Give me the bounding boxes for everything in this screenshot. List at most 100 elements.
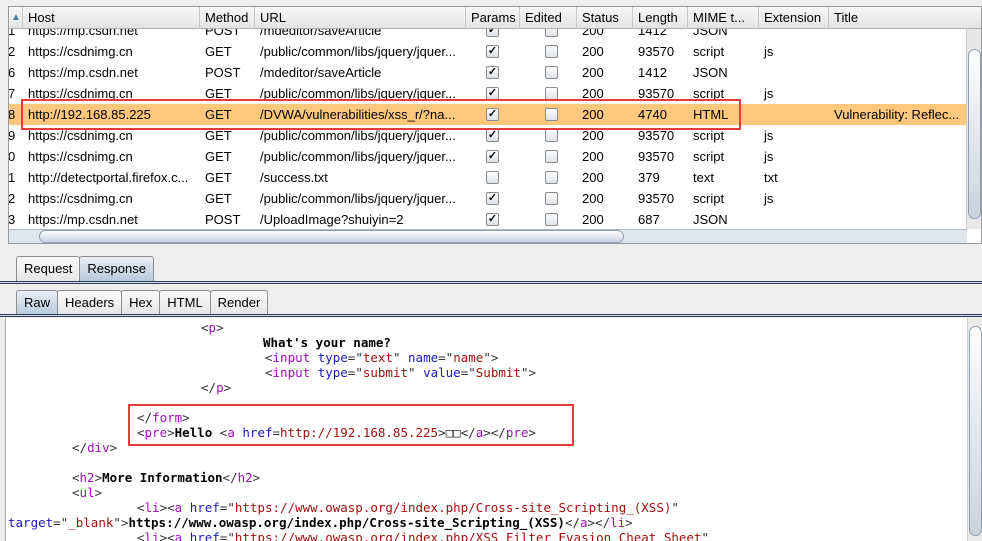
column-header-edited[interactable]: Edited	[520, 7, 577, 29]
column-header-url[interactable]: URL	[255, 7, 466, 29]
cell-sort: 2	[9, 188, 23, 209]
column-header-length[interactable]: Length	[633, 7, 688, 29]
code-punct: <	[265, 350, 273, 365]
tab-request[interactable]: Request	[16, 256, 81, 281]
params-checkbox[interactable]	[486, 171, 499, 184]
vertical-scrollbar[interactable]	[966, 29, 981, 229]
tab-hex[interactable]: Hex	[121, 290, 161, 315]
code-punct: ="	[219, 530, 235, 541]
cell-title: Vulnerability: Reflec...	[834, 107, 960, 122]
cell-url: /mdeditor/saveArticle	[260, 29, 382, 38]
column-header-title[interactable]: Title	[829, 7, 981, 29]
params-checkbox[interactable]: ✓	[486, 29, 499, 37]
code-punct: ></	[587, 515, 611, 530]
code-line: <li><a href="https://www.owasp.org/index…	[137, 500, 679, 515]
column-header-mime[interactable]: MIME t...	[688, 7, 759, 29]
column-header-params[interactable]: Params	[466, 7, 520, 29]
cell-url: /mdeditor/saveArticle	[260, 65, 382, 80]
code-tag: a	[174, 500, 190, 515]
cell-title	[829, 125, 967, 146]
tab-raw[interactable]: Raw	[16, 290, 59, 315]
table-row[interactable]: 1 https://mp.csdn.net POST/mdeditor/saveAr…	[9, 29, 967, 41]
code-punct: ="	[460, 365, 476, 380]
code-punct: >	[94, 485, 103, 500]
code-punct: <	[72, 470, 80, 485]
cell-title	[829, 41, 967, 62]
tab-html[interactable]: HTML	[159, 290, 211, 315]
code-punct: ><	[159, 530, 175, 541]
cell-status: 200	[582, 212, 604, 227]
cell-title	[829, 167, 967, 188]
horizontal-scrollbar[interactable]	[9, 229, 967, 243]
column-header-host[interactable]: Host	[23, 7, 200, 29]
column-header-status[interactable]: Status	[577, 7, 633, 29]
cell-extension: js	[764, 191, 774, 206]
cell-url: /public/common/libs/jquery/jquer...	[260, 149, 456, 164]
edited-checkbox[interactable]	[545, 192, 558, 205]
code-attr: target	[8, 515, 54, 530]
scroll-thumb[interactable]	[969, 326, 982, 536]
params-checkbox[interactable]: ✓	[486, 213, 499, 226]
code-punct: </	[564, 515, 580, 530]
edited-checkbox[interactable]	[545, 129, 558, 142]
params-checkbox[interactable]: ✓	[486, 66, 499, 79]
edited-checkbox[interactable]	[545, 45, 558, 58]
cell-mime: JSON	[693, 29, 728, 38]
edited-checkbox[interactable]	[545, 171, 558, 184]
code-punct: ="	[438, 350, 454, 365]
params-checkbox[interactable]: ✓	[486, 129, 499, 142]
edited-checkbox[interactable]	[545, 150, 558, 163]
cell-method: GET	[205, 170, 232, 185]
code-punct: <	[265, 365, 273, 380]
scroll-thumb[interactable]	[39, 230, 624, 243]
cell-length: 687	[638, 212, 660, 227]
code-attr: type	[317, 350, 348, 365]
cell-mime: text	[693, 170, 714, 185]
code-tag: li	[144, 500, 160, 515]
params-checkbox[interactable]: ✓	[486, 45, 499, 58]
edited-checkbox[interactable]	[545, 213, 558, 226]
scroll-thumb[interactable]	[968, 49, 981, 219]
code-tag: li	[610, 515, 626, 530]
cell-title	[829, 83, 967, 104]
code-line: <h2>More Information</h2>	[72, 470, 260, 485]
table-row[interactable]: 2 https://csdnimg.cn GET/public/common/lib…	[9, 188, 967, 209]
code-punct: <	[137, 500, 145, 515]
cell-host: https://csdnimg.cn	[28, 44, 133, 59]
cell-method: POST	[205, 212, 241, 227]
tab-render[interactable]: Render	[209, 290, 269, 315]
code-line: <li><a href="https://www.owasp.org/index…	[137, 530, 709, 541]
table-row[interactable]: 6 https://mp.csdn.net POST/mdeditor/saveAr…	[9, 62, 967, 83]
code-line: <ul>	[72, 485, 102, 500]
table-row[interactable]: 0 https://csdnimg.cn GET/public/common/lib…	[9, 146, 967, 167]
table-row[interactable]: 3 https://mp.csdn.net POST/UploadImage?shu…	[9, 209, 967, 229]
cell-sort: 3	[9, 209, 23, 229]
cell-mime: script	[693, 191, 725, 206]
cell-status: 200	[582, 65, 604, 80]
code-value: submit	[362, 365, 409, 380]
cell-title	[829, 209, 967, 229]
editor-scrollbar[interactable]	[967, 318, 982, 541]
code-tag: p	[216, 380, 224, 395]
table-row[interactable]: 1 http://detectportal.firefox.c... GET/suc…	[9, 167, 967, 188]
cell-extension: js	[764, 44, 774, 59]
column-header-method[interactable]: Method	[200, 7, 255, 29]
column-header-sort[interactable]: ▲	[9, 7, 23, 29]
code-punct: ="	[347, 350, 363, 365]
cell-method: GET	[205, 44, 232, 59]
edited-checkbox[interactable]	[545, 29, 558, 37]
tab-response[interactable]: Response	[79, 256, 154, 281]
code-value: Submit	[475, 365, 521, 380]
table-header: ▲ Host Method URL Params Edited Status Length MI…	[9, 7, 981, 29]
code-line: What's your name?	[263, 335, 391, 350]
code-tag: li	[144, 530, 160, 541]
params-checkbox[interactable]: ✓	[486, 192, 499, 205]
cell-status: 200	[582, 170, 604, 185]
tab-headers[interactable]: Headers	[57, 290, 123, 315]
code-punct: </	[72, 440, 88, 455]
table-row[interactable]: 2 https://csdnimg.cn GET/public/common/lib…	[9, 41, 967, 62]
edited-checkbox[interactable]	[545, 66, 558, 79]
params-checkbox[interactable]: ✓	[486, 150, 499, 163]
cell-sort: 2	[9, 41, 23, 62]
column-header-extension[interactable]: Extension	[759, 7, 829, 29]
